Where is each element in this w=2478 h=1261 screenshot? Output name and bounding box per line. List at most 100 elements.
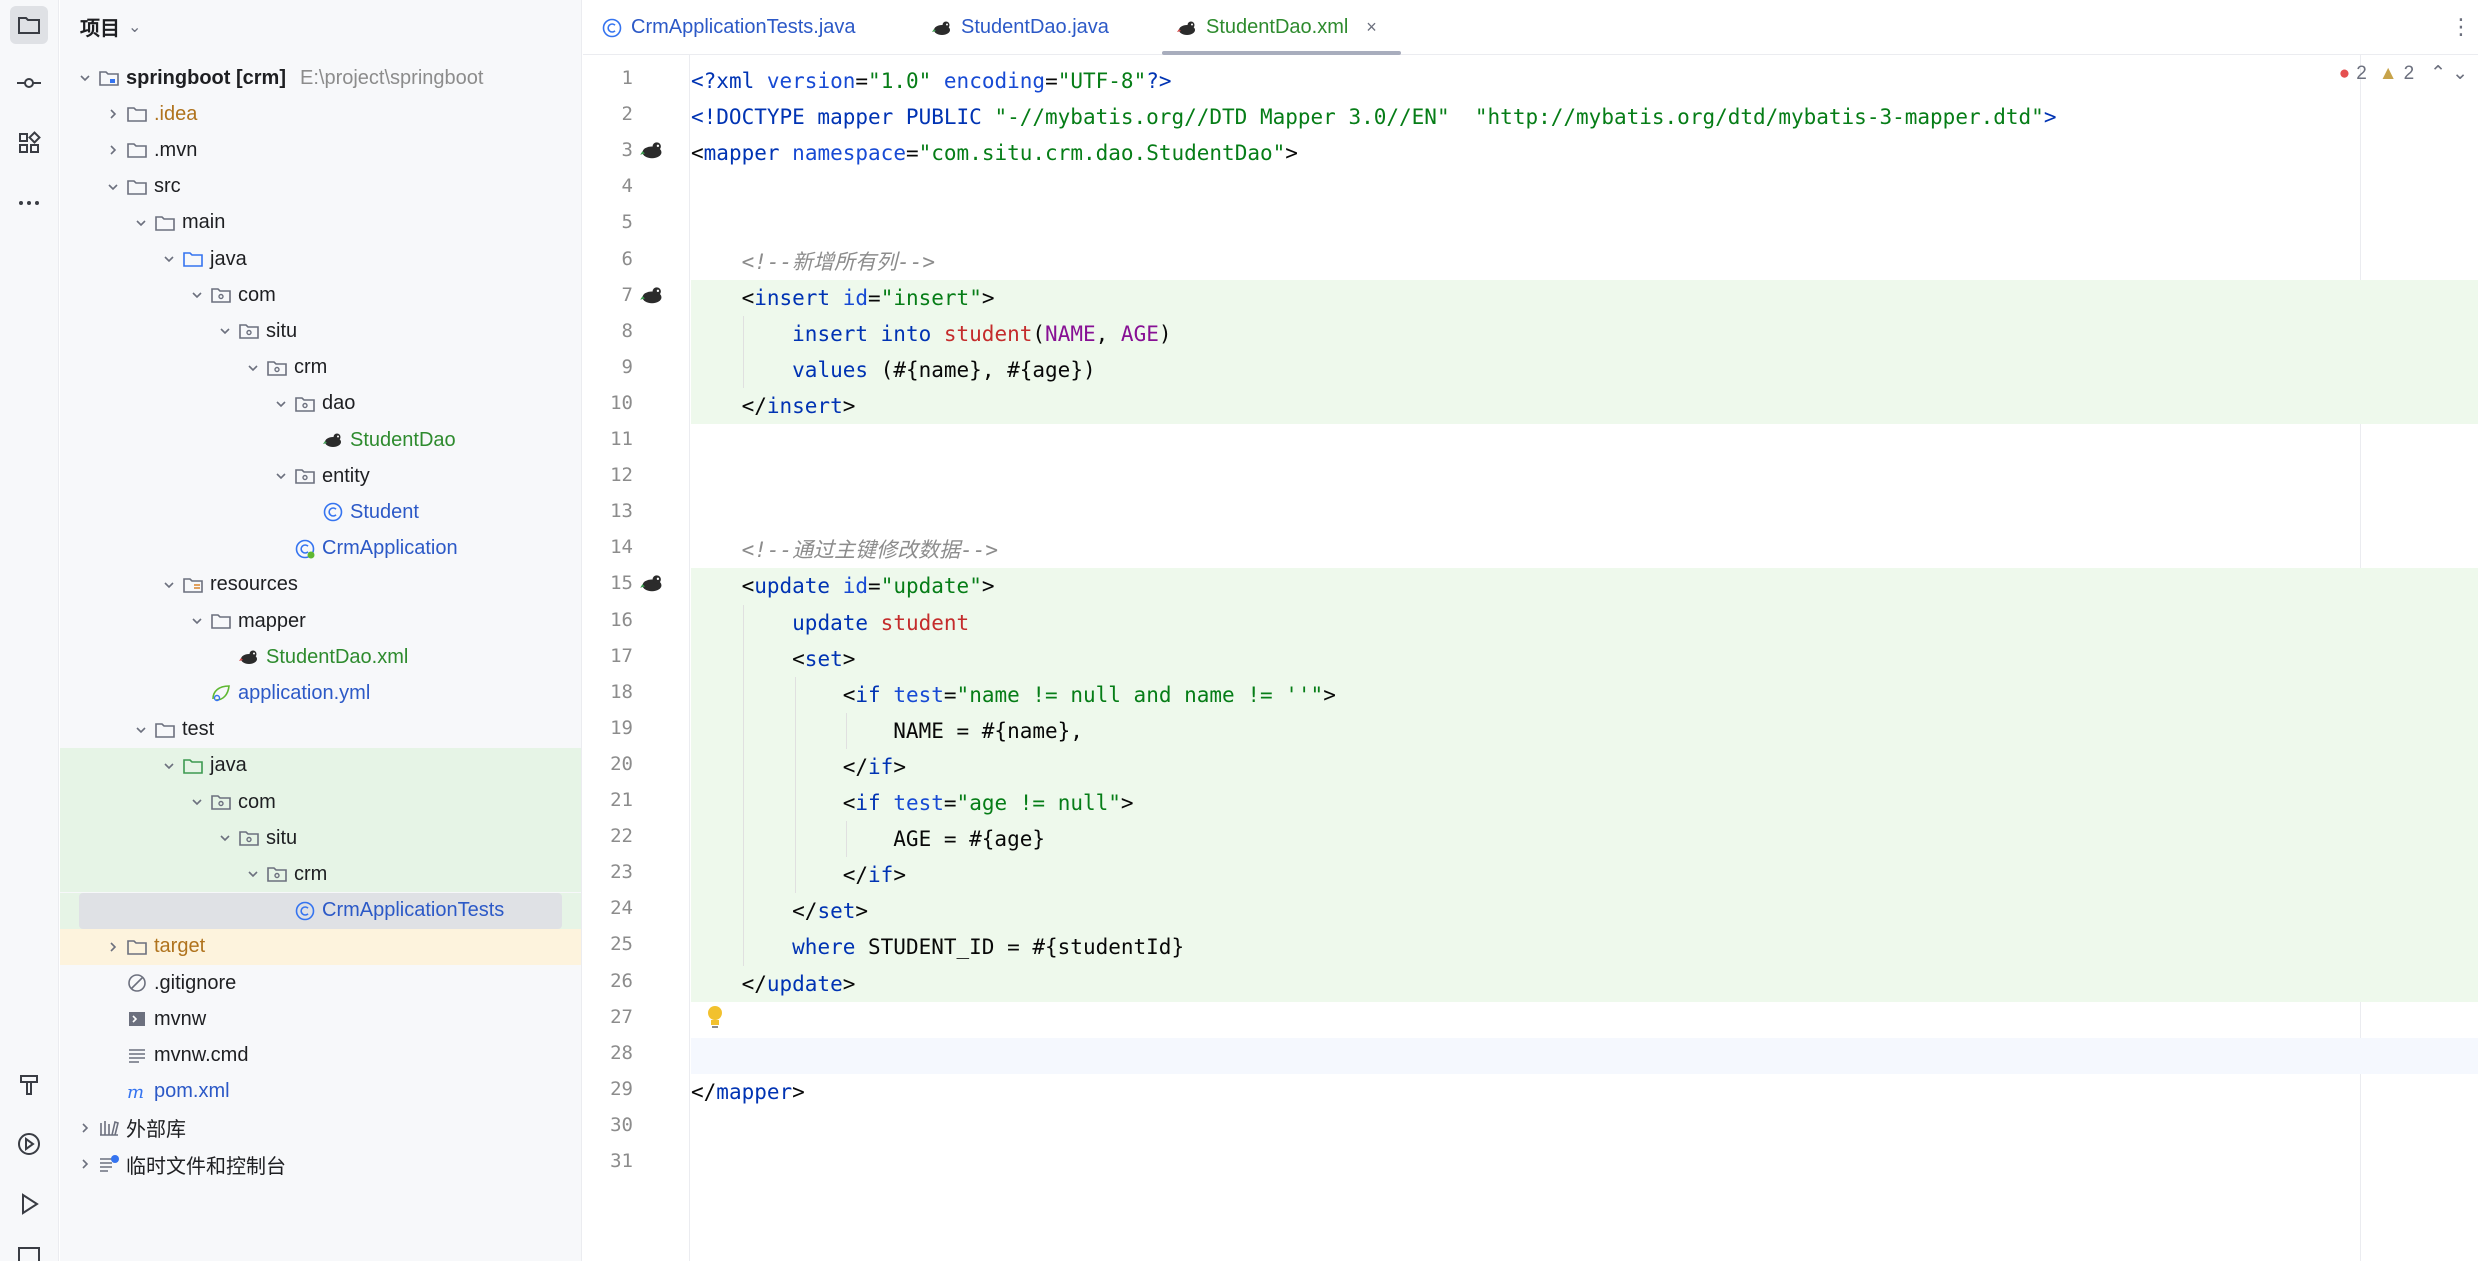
next-highlight-icon[interactable]: ⌄ — [2452, 62, 2468, 85]
tree-item[interactable]: src — [60, 169, 581, 205]
line-number: 29 — [610, 1077, 633, 1100]
chevron-down-icon[interactable] — [162, 252, 176, 266]
structure-icon[interactable] — [10, 124, 48, 162]
tree-item[interactable]: 临时文件和控制台 — [60, 1146, 581, 1182]
tree-item[interactable]: com — [60, 784, 581, 820]
chevron-right-icon[interactable] — [78, 1121, 92, 1135]
error-icon: ● — [2338, 62, 2351, 84]
chevron-down-icon[interactable] — [246, 361, 260, 375]
tree-item[interactable]: .mvn — [60, 132, 581, 168]
tree-item[interactable]: StudentDao.xml — [60, 639, 581, 675]
mybatis-navigate-icon[interactable] — [639, 282, 665, 308]
tree-item[interactable]: resources — [60, 567, 581, 603]
tree-item[interactable]: springboot [crm] E:\project\springboot — [60, 60, 581, 96]
tree-item[interactable]: application.yml — [60, 675, 581, 711]
tree-item[interactable]: crm — [60, 350, 581, 386]
current-line-highlight — [691, 1037, 2478, 1074]
more-tools-icon[interactable] — [10, 184, 48, 222]
tree-item-label: entity — [322, 464, 370, 487]
tree-item[interactable]: dao — [60, 386, 581, 422]
code-token: "http://mybatis.org/dtd/mybatis-3-mapper… — [1474, 105, 2044, 130]
tree-item[interactable]: CrmApplication — [60, 531, 581, 567]
chevron-down-icon[interactable] — [134, 723, 148, 737]
chevron-down-icon[interactable] — [190, 614, 204, 628]
code-token: "age != null" — [956, 791, 1121, 815]
tree-item[interactable]: entity — [60, 458, 581, 494]
build-hammer-icon[interactable] — [10, 1065, 48, 1103]
tree-item[interactable]: StudentDao — [60, 422, 581, 458]
line-number: 22 — [610, 825, 633, 848]
editor-tab[interactable]: StudentDao.xml × — [1162, 0, 1401, 55]
chevron-right-icon[interactable] — [78, 1157, 92, 1171]
line-number: 12 — [610, 464, 633, 487]
code-token: < — [691, 574, 755, 599]
chevron-right-icon[interactable] — [106, 143, 120, 157]
chevron-down-icon[interactable]: ⌄ — [128, 17, 141, 36]
editor-tab[interactable]: StudentDao.java — [931, 0, 1109, 55]
folder-icon — [126, 139, 148, 161]
code-token: > — [2043, 105, 2057, 130]
chevron-down-icon[interactable] — [78, 71, 92, 85]
chevron-down-icon[interactable] — [190, 288, 204, 302]
line-number: 7 — [621, 283, 633, 306]
mybatis-navigate-icon[interactable] — [639, 570, 665, 596]
tree-item[interactable]: test — [60, 712, 581, 748]
line-number: 25 — [610, 933, 633, 956]
tree-item[interactable]: 外部库 — [60, 1110, 581, 1146]
tree-item[interactable]: Student — [60, 494, 581, 530]
chevron-down-icon[interactable] — [162, 759, 176, 773]
chevron-down-icon[interactable] — [218, 324, 232, 338]
tree-item[interactable]: target — [60, 928, 581, 965]
chevron-right-icon[interactable] — [106, 940, 120, 954]
code-token: test — [893, 682, 944, 707]
tree-item[interactable]: mvnw — [60, 1001, 581, 1037]
project-panel: 项目 ⌄ springboot [crm] E:\project\springbo… — [60, 0, 582, 1261]
chevron-right-icon[interactable] — [106, 107, 120, 121]
tree-item[interactable]: situ — [60, 820, 581, 857]
chevron-down-icon[interactable] — [134, 216, 148, 230]
code-line: <!--通过主键修改数据--> — [691, 532, 999, 568]
tree-item[interactable]: .gitignore — [60, 965, 581, 1001]
mybatis-navigate-icon[interactable] — [639, 137, 665, 163]
code-token: > — [842, 971, 856, 996]
chevron-down-icon[interactable] — [274, 469, 288, 483]
chevron-down-icon[interactable] — [106, 180, 120, 194]
code-token: ) — [1158, 321, 1172, 346]
inspection-widget[interactable]: ● 2 ▲ 2 ⌃ ⌄ — [2339, 62, 2468, 85]
tree-item[interactable]: mapper — [60, 603, 581, 639]
code-token: </ — [691, 1079, 717, 1104]
code-token: <!--通过主键修改数据--> — [741, 538, 999, 563]
previous-highlight-icon[interactable]: ⌃ — [2430, 62, 2446, 85]
tree-item[interactable]: main — [60, 205, 581, 241]
tree-item[interactable]: crm — [60, 856, 581, 893]
tab-actions-more-icon[interactable]: ⋮ — [2450, 14, 2472, 40]
tree-item[interactable]: java — [60, 241, 581, 277]
chevron-down-icon[interactable] — [246, 867, 260, 881]
tree-item[interactable]: mvnw.cmd — [60, 1037, 581, 1073]
tree-item[interactable]: .idea — [60, 96, 581, 132]
editor-tab[interactable]: CrmApplicationTests.java — [601, 0, 856, 55]
code-token: "UTF-8" — [1057, 69, 1147, 93]
error-count: 2 — [2356, 62, 2367, 84]
code-area[interactable]: <?xml version="1.0" encoding="UTF-8"?> <!… — [691, 55, 2478, 1261]
commit-icon[interactable] — [10, 64, 48, 102]
project-folder-icon[interactable] — [10, 6, 48, 44]
run-icon[interactable] — [10, 1185, 48, 1223]
close-tab-icon[interactable]: × — [1366, 17, 1377, 38]
code-token: student — [880, 610, 970, 635]
chevron-down-icon[interactable] — [274, 397, 288, 411]
services-icon[interactable] — [10, 1125, 48, 1163]
tree-item[interactable]: java — [60, 747, 581, 784]
chevron-down-icon[interactable] — [162, 578, 176, 592]
chevron-down-icon[interactable] — [218, 831, 232, 845]
line-number: 1 — [621, 67, 633, 89]
tree-item-label: mvnw.cmd — [154, 1043, 249, 1066]
chevron-down-icon[interactable] — [190, 795, 204, 809]
tree-item[interactable]: com — [60, 277, 581, 313]
project-panel-header[interactable]: 项目 ⌄ — [80, 12, 141, 40]
tree-item[interactable]: situ — [60, 313, 581, 349]
terminal-icon[interactable] — [10, 1238, 48, 1261]
tree-item[interactable]: m pom.xml — [60, 1074, 581, 1110]
tree-item[interactable]: CrmApplicationTests — [60, 892, 581, 929]
